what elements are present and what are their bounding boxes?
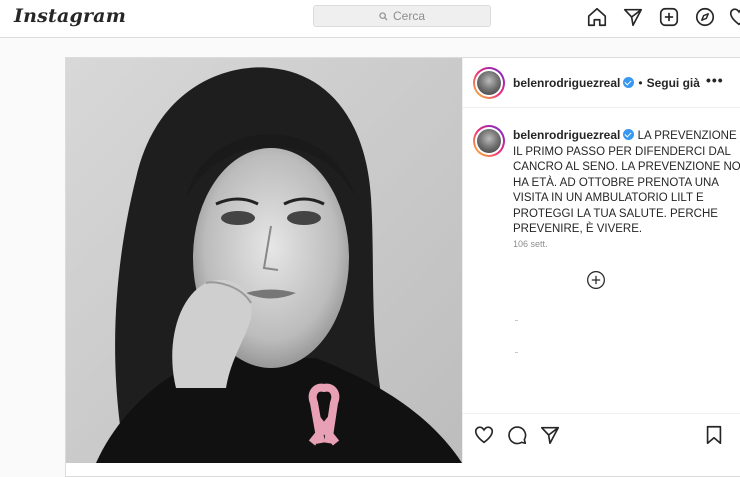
activity-icon[interactable] — [728, 6, 740, 28]
search-placeholder: Cerca — [392, 9, 425, 23]
follow-button[interactable]: Segui già — [647, 76, 700, 90]
verified-badge-icon — [623, 77, 635, 88]
like-heart-icon[interactable] — [473, 424, 495, 446]
direct-icon[interactable] — [622, 6, 644, 28]
post-actions — [463, 413, 740, 453]
caption-verified-badge-icon — [623, 129, 635, 140]
post-header-line: belenrodriguezreal • Segui già — [513, 76, 700, 90]
caption-username-link[interactable]: belenrodriguezreal — [513, 128, 620, 142]
load-more-comments-icon[interactable] — [586, 270, 606, 290]
post-header: belenrodriguezreal • Segui già ••• — [463, 58, 740, 108]
post-caption: belenrodriguezreal LA PREVENZIONE È IL P… — [513, 128, 740, 238]
instagram-logo[interactable]: Instagram — [14, 5, 126, 27]
search-input[interactable]: Cerca — [313, 5, 491, 27]
search-icon — [379, 11, 388, 21]
more-options-icon[interactable]: ••• — [706, 72, 724, 88]
post-timestamp[interactable]: 106 sett. — [513, 239, 548, 249]
post-photo[interactable] — [66, 58, 462, 463]
top-navigation-bar: Instagram Cerca — [0, 0, 740, 38]
post-sidebar: belenrodriguezreal • Segui già ••• belenro… — [462, 58, 740, 463]
username-link[interactable]: belenrodriguezreal — [513, 76, 620, 90]
explore-icon[interactable] — [694, 6, 716, 28]
save-bookmark-icon[interactable] — [703, 424, 725, 446]
caption-avatar[interactable] — [473, 125, 505, 157]
faint-mark — [515, 352, 518, 353]
portrait-image — [66, 58, 462, 463]
home-icon[interactable] — [586, 6, 608, 28]
faint-mark — [515, 320, 518, 321]
avatar[interactable] — [473, 67, 505, 99]
new-post-icon[interactable] — [658, 6, 680, 28]
separator-dot: • — [638, 76, 643, 90]
caption-text: LA PREVENZIONE È IL PRIMO PASSO PER DIFE… — [513, 130, 740, 235]
post-card: belenrodriguezreal • Segui già ••• belenro… — [65, 57, 740, 477]
share-icon[interactable] — [539, 424, 561, 446]
comment-icon[interactable] — [506, 424, 528, 446]
